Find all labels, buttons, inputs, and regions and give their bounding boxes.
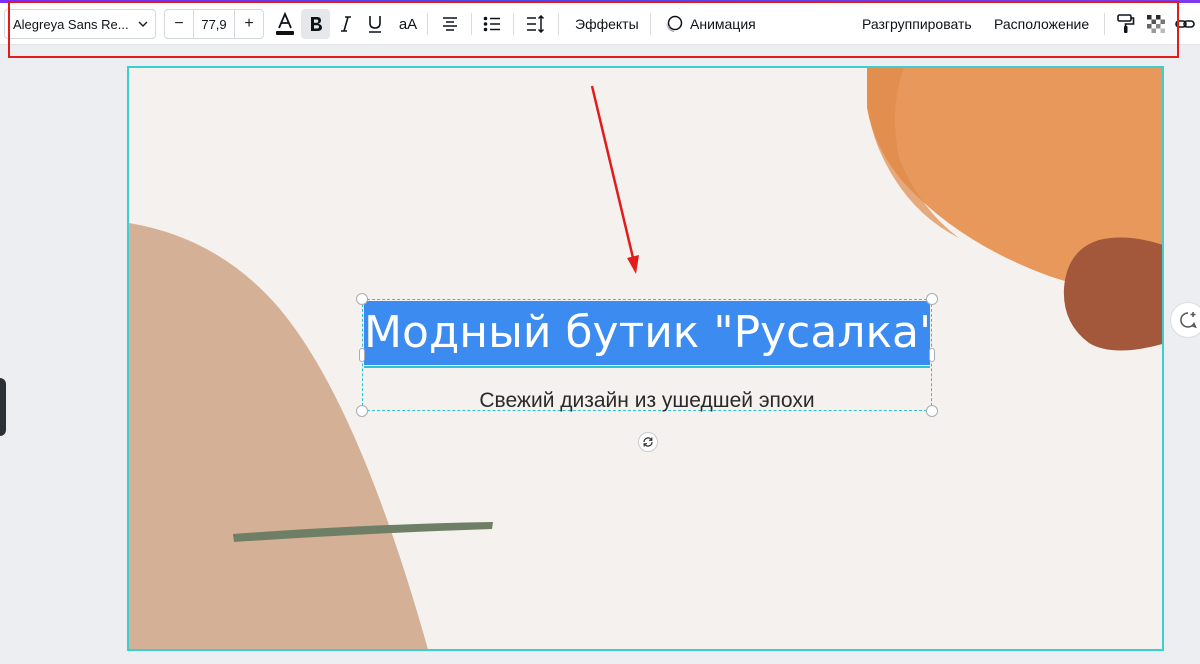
chevron-down-icon: [138, 21, 148, 28]
add-comment-button[interactable]: [1170, 302, 1200, 338]
animation-icon-button[interactable]: [662, 9, 686, 39]
text-color-icon: [276, 12, 294, 35]
link-icon: [1175, 20, 1195, 28]
resize-handle-top-left[interactable]: [356, 293, 368, 305]
font-family-label: Alegreya Sans Re...: [13, 16, 129, 32]
line-spacing-icon: [527, 15, 545, 33]
font-size-stepper: − 77,9 +: [164, 9, 264, 39]
subtitle-text[interactable]: Свежий дизайн из ушедшей эпохи: [364, 386, 930, 416]
copy-style-button[interactable]: [1114, 9, 1138, 39]
paint-roller-icon: [1117, 14, 1135, 33]
italic-icon: [341, 16, 351, 32]
tan-blob-shape: [129, 223, 428, 649]
design-canvas[interactable]: Модный бутик "Русалка" Свежий дизайн из …: [127, 66, 1164, 651]
link-button[interactable]: [1174, 9, 1196, 39]
text-color-button[interactable]: [270, 9, 300, 39]
transparency-button[interactable]: [1144, 9, 1168, 39]
list-button[interactable]: [478, 9, 506, 39]
font-size-input[interactable]: 77,9: [193, 10, 235, 38]
bold-icon: [310, 17, 322, 31]
toolbar-divider: [513, 13, 514, 35]
increase-font-size-button[interactable]: +: [235, 10, 263, 38]
title-selection-underline: [364, 366, 930, 368]
letter-case-button[interactable]: aA: [396, 9, 420, 39]
spacing-button[interactable]: [522, 9, 550, 39]
underline-icon: [369, 16, 381, 33]
toolbar-divider: [427, 13, 428, 35]
resize-handle-top-right[interactable]: [926, 293, 938, 305]
align-button[interactable]: [436, 9, 464, 39]
animation-icon: [666, 15, 683, 33]
bold-button[interactable]: [301, 9, 330, 39]
transparency-icon: [1147, 15, 1165, 33]
font-family-dropdown[interactable]: Alegreya Sans Re...: [4, 9, 156, 39]
rotate-icon: [643, 437, 653, 447]
resize-handle-right[interactable]: [929, 348, 935, 362]
toolbar-divider: [650, 13, 651, 35]
ungroup-button[interactable]: Разгруппировать: [862, 9, 972, 39]
resize-handle-bottom-right[interactable]: [926, 405, 938, 417]
effects-button[interactable]: Эффекты: [575, 9, 639, 39]
title-text[interactable]: Модный бутик "Русалка": [364, 301, 930, 365]
bullet-list-icon: [483, 16, 500, 32]
toolbar-divider: [471, 13, 472, 35]
rotate-handle[interactable]: [638, 432, 658, 452]
decrease-font-size-button[interactable]: −: [165, 10, 193, 38]
side-panel-tab[interactable]: [0, 378, 6, 436]
text-toolbar: Alegreya Sans Re... − 77,9 + aA Эффекты …: [0, 3, 1200, 45]
toolbar-divider: [558, 13, 559, 35]
underline-button[interactable]: [361, 9, 389, 39]
add-comment-icon: [1180, 312, 1197, 329]
italic-button[interactable]: [332, 9, 360, 39]
align-center-icon: [443, 17, 457, 31]
brown-blob-shape: [1063, 237, 1162, 351]
toolbar-divider: [1104, 13, 1105, 35]
resize-handle-bottom-left[interactable]: [356, 405, 368, 417]
position-button[interactable]: Расположение: [994, 9, 1089, 39]
animation-button[interactable]: Анимация: [690, 9, 756, 39]
resize-handle-left[interactable]: [359, 348, 365, 362]
